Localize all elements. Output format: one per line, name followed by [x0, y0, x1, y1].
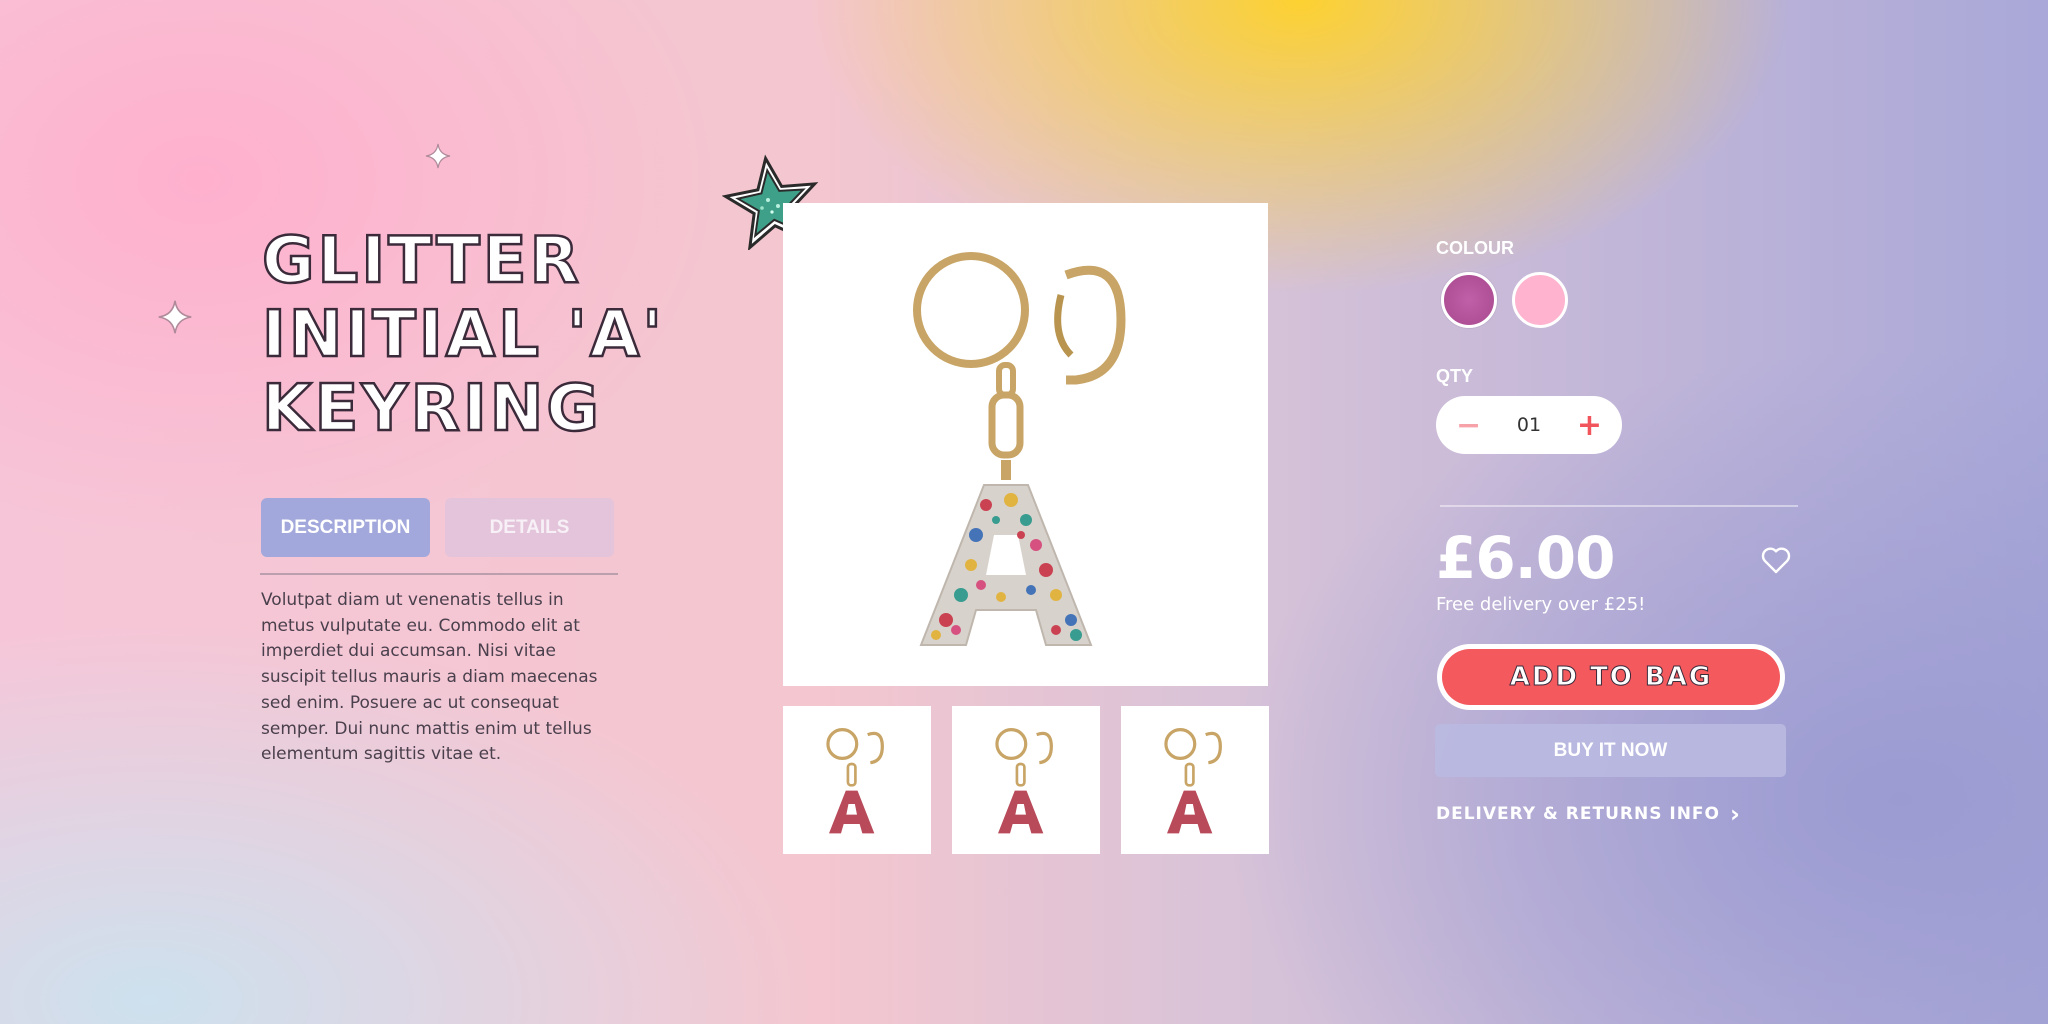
qty-label: QTY: [1436, 366, 1474, 386]
keyring-thumb: [826, 728, 884, 834]
add-to-bag-button[interactable]: ADD TO BAG: [1437, 644, 1785, 710]
keyring-thumb: [1164, 728, 1222, 834]
heart-icon[interactable]: [1760, 545, 1792, 575]
sparkle-icon: [158, 300, 192, 334]
product-title: Glitter initial 'A' keyring: [261, 223, 665, 448]
quantity-stepper: − 01 +: [1436, 396, 1622, 454]
add-to-bag-label: ADD TO BAG: [1442, 649, 1780, 705]
qty-value: 01: [1516, 414, 1542, 436]
qty-decrease-button[interactable]: −: [1456, 408, 1481, 443]
tab-bar: DESCRIPTION DETAILS: [261, 498, 614, 557]
sparkle-icon: [425, 143, 451, 169]
qty-increase-button[interactable]: +: [1577, 408, 1602, 443]
colour-label: COLOUR: [1436, 238, 1514, 258]
price-divider: [1440, 505, 1798, 507]
price: £6.00: [1436, 524, 1615, 592]
tab-description[interactable]: DESCRIPTION: [261, 498, 430, 557]
thumbnail-1[interactable]: [783, 706, 931, 854]
thumbnail-2[interactable]: [952, 706, 1100, 854]
delivery-returns-link[interactable]: DELIVERY & RETURNS INFO ›: [1436, 802, 1741, 826]
keyring-thumb: [995, 728, 1053, 834]
colour-swatch-pink[interactable]: [1512, 272, 1568, 328]
thumbnail-3[interactable]: [1121, 706, 1269, 854]
colour-swatch-glitter-purple[interactable]: [1441, 272, 1497, 328]
tab-divider: [260, 573, 618, 575]
main-product-image[interactable]: [783, 203, 1268, 686]
delivery-returns-label: DELIVERY & RETURNS INFO: [1436, 804, 1720, 824]
keyring-image: [912, 251, 1126, 646]
chevron-right-icon: ›: [1730, 800, 1741, 828]
thumbnail-strip: [783, 706, 1269, 854]
free-delivery-note: Free delivery over £25!: [1436, 594, 1646, 615]
buy-it-now-button[interactable]: BUY IT NOW: [1435, 724, 1786, 777]
tab-details[interactable]: DETAILS: [445, 498, 614, 557]
product-description: Volutpat diam ut venenatis tellus in met…: [261, 590, 598, 765]
